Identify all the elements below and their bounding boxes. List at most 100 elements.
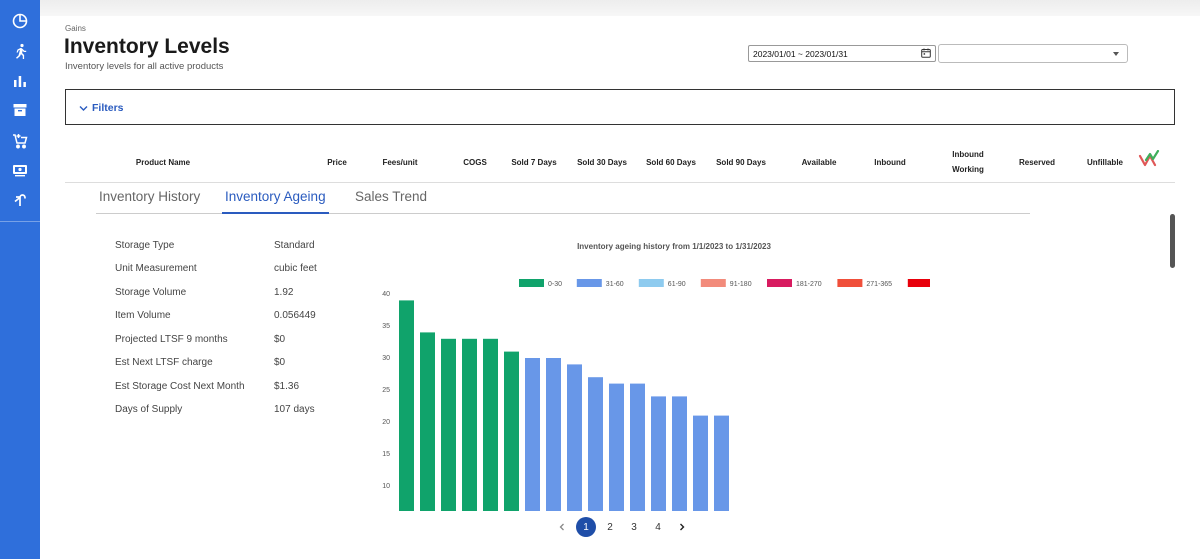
legend-label: 61-90	[668, 281, 686, 288]
legend-swatch	[837, 279, 863, 287]
stat-label: Est Next LTSF charge	[115, 357, 213, 368]
filters-toggle[interactable]: Filters	[79, 102, 124, 114]
y-tick-label: 15	[382, 451, 390, 458]
tab-inventory-ageing[interactable]: Inventory Ageing	[222, 189, 329, 214]
stat-value: cubic feet	[274, 263, 317, 274]
chart-bar	[714, 415, 729, 511]
pagination: 1 2 3 4	[550, 516, 694, 538]
stat-label: Projected LTSF 9 months	[115, 334, 228, 345]
running-person-icon[interactable]	[0, 39, 40, 63]
stat-value: $0	[274, 357, 286, 368]
y-tick-label: 40	[382, 291, 390, 298]
col-fees-unit[interactable]: Fees/unit	[375, 155, 425, 170]
chevron-left-icon	[559, 523, 564, 531]
stat-value: 1.92	[274, 287, 294, 298]
main-content: Gains Inventory Levels Inventory levels …	[40, 16, 1190, 559]
page-2-button[interactable]: 2	[598, 516, 622, 538]
stat-value: 0.056449	[274, 310, 316, 321]
chevron-down-icon	[1113, 52, 1119, 56]
legend-label: 31-60	[606, 281, 624, 288]
chart-bar	[693, 415, 708, 511]
page-subtitle: Inventory levels for all active products	[65, 61, 224, 72]
page-3-button[interactable]: 3	[622, 516, 646, 538]
prev-page-button[interactable]	[550, 516, 574, 538]
chart-bar	[504, 351, 519, 511]
calendar-icon[interactable]	[921, 48, 931, 60]
chart-bar	[588, 377, 603, 511]
chart-bar	[420, 332, 435, 511]
stat-value: $1.36	[274, 381, 300, 392]
stat-label: Storage Volume	[115, 287, 187, 298]
filters-label: Filters	[92, 102, 124, 114]
product-select[interactable]	[938, 44, 1128, 63]
chart-bar	[483, 338, 498, 511]
stat-value: Standard	[274, 240, 315, 251]
chart-bar	[462, 338, 477, 511]
cash-register-icon[interactable]	[0, 158, 40, 182]
tab-bar: Inventory History Inventory Ageing Sales…	[96, 183, 1030, 214]
chart-bar	[672, 396, 687, 511]
col-unfillable[interactable]: Unfillable	[1077, 155, 1133, 170]
page-number: 4	[655, 521, 661, 533]
table-header-row: Product Name Price Fees/unit COGS Sold 7…	[65, 143, 1175, 183]
col-price[interactable]: Price	[317, 155, 357, 170]
page-number: 3	[631, 521, 637, 533]
tab-sales-trend[interactable]: Sales Trend	[352, 189, 430, 214]
legend-label: 271-365	[866, 281, 892, 288]
chart-bar	[567, 364, 582, 511]
add-cart-icon[interactable]	[0, 129, 40, 153]
archive-box-icon[interactable]	[0, 98, 40, 122]
legend-swatch	[519, 279, 544, 287]
stat-label: Unit Measurement	[115, 263, 197, 274]
stat-label: Item Volume	[115, 310, 171, 321]
stat-label: Est Storage Cost Next Month	[115, 381, 245, 392]
col-reserved[interactable]: Reserved	[1009, 155, 1065, 170]
chart-bar	[546, 358, 561, 511]
trend-logo-icon	[1138, 149, 1160, 170]
tab-inventory-history[interactable]: Inventory History	[96, 189, 203, 214]
chart-bar	[525, 358, 540, 511]
legend-label: 181-270	[796, 281, 822, 288]
y-tick-label: 35	[382, 323, 390, 330]
col-cogs[interactable]: COGS	[455, 155, 495, 170]
col-inbound-working[interactable]: Inbound Working	[943, 147, 993, 177]
breadcrumb[interactable]: Gains	[65, 24, 86, 33]
col-available[interactable]: Available	[787, 155, 851, 170]
date-range-value: 2023/01/01 ~ 2023/01/31	[753, 48, 848, 59]
legend-swatch	[638, 279, 664, 287]
col-sold-60-days[interactable]: Sold 60 Days	[637, 155, 705, 170]
chevron-right-icon	[680, 523, 685, 531]
y-tick-label: 20	[382, 419, 390, 426]
chart-bar	[609, 383, 624, 511]
date-range-input[interactable]: 2023/01/01 ~ 2023/01/31	[748, 45, 936, 62]
inventory-ageing-chart: Inventory ageing history from 1/1/2023 t…	[382, 242, 930, 511]
bar-chart-icon[interactable]	[0, 69, 40, 93]
stat-value: 107 days	[274, 404, 315, 415]
chart-bar	[651, 396, 666, 511]
undo-arrow-icon[interactable]	[0, 188, 40, 212]
col-product-name[interactable]: Product Name	[123, 155, 203, 170]
page-title: Inventory Levels	[64, 35, 230, 58]
col-sold-30-days[interactable]: Sold 30 Days	[568, 155, 636, 170]
legend-swatch	[576, 279, 602, 287]
chart-title: Inventory ageing history from 1/1/2023 t…	[577, 242, 771, 251]
col-inbound[interactable]: Inbound	[863, 155, 917, 170]
next-page-button[interactable]	[670, 516, 694, 538]
col-sold-7-days[interactable]: Sold 7 Days	[504, 155, 564, 170]
chart-bar	[441, 338, 456, 511]
scrollbar-thumb[interactable]	[1170, 214, 1175, 268]
legend-label: 0-30	[548, 281, 562, 288]
y-tick-label: 25	[382, 387, 390, 394]
chart-bar	[630, 383, 645, 511]
legend-swatch	[767, 279, 792, 287]
page-number: 1	[576, 517, 596, 537]
page-number: 2	[607, 521, 613, 533]
page-1-button[interactable]: 1	[574, 516, 598, 538]
col-sold-90-days[interactable]: Sold 90 Days	[707, 155, 775, 170]
legend-swatch	[907, 279, 930, 287]
dashboard-pie-icon[interactable]	[0, 9, 40, 33]
y-tick-label: 10	[382, 483, 390, 490]
page-4-button[interactable]: 4	[646, 516, 670, 538]
sidebar	[0, 0, 40, 559]
stat-value: $0	[274, 334, 286, 345]
